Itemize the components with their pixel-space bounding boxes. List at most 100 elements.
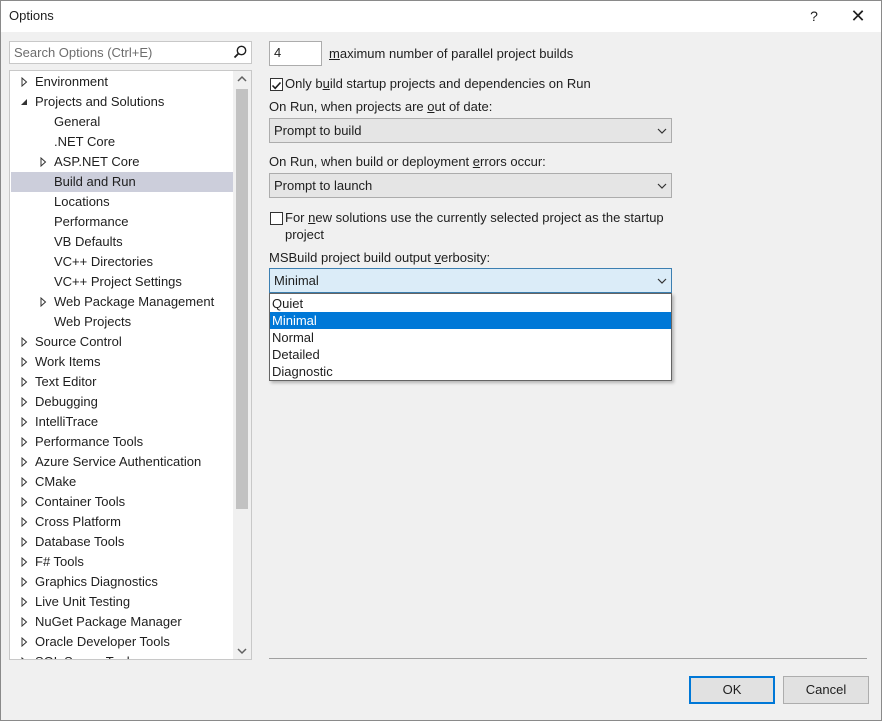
expand-arrow-icon[interactable] bbox=[19, 337, 29, 347]
tree-item[interactable]: VC++ Directories bbox=[11, 252, 233, 272]
label-text: For bbox=[285, 210, 309, 225]
window-title: Options bbox=[9, 8, 54, 23]
new-solutions-startup-label[interactable]: For new solutions use the currently sele… bbox=[285, 210, 664, 225]
tree-scrollbar[interactable] bbox=[233, 71, 251, 659]
help-button[interactable]: ? bbox=[801, 4, 827, 28]
tree-item[interactable]: Web Package Management bbox=[11, 292, 233, 312]
tree-item[interactable]: Source Control bbox=[11, 332, 233, 352]
ok-button[interactable]: OK bbox=[689, 676, 775, 704]
expand-arrow-icon[interactable] bbox=[19, 377, 29, 387]
tree-item-label: .NET Core bbox=[54, 134, 116, 149]
tree-item[interactable]: General bbox=[11, 112, 233, 132]
expand-arrow-icon[interactable] bbox=[19, 77, 29, 87]
tree-item-label: Environment bbox=[35, 74, 108, 89]
tree-item[interactable]: SQL Server Tools bbox=[11, 652, 233, 660]
tree-item[interactable]: Text Editor bbox=[11, 372, 233, 392]
search-icon[interactable] bbox=[232, 44, 248, 60]
tree-item[interactable]: Work Items bbox=[11, 352, 233, 372]
on-run-out-of-date-combo[interactable]: Prompt to build bbox=[269, 118, 672, 143]
tree-item[interactable]: NuGet Package Manager bbox=[11, 612, 233, 632]
parallel-builds-input[interactable]: 4 bbox=[269, 41, 322, 66]
tree-item[interactable]: Projects and Solutions bbox=[11, 92, 233, 112]
only-build-startup-label[interactable]: Only build startup projects and dependen… bbox=[285, 76, 591, 91]
dropdown-option[interactable]: Minimal bbox=[270, 312, 671, 329]
tree-item[interactable]: VB Defaults bbox=[11, 232, 233, 252]
options-tree[interactable]: Environment Projects and Solutions General… bbox=[9, 70, 252, 660]
dropdown-option[interactable]: Diagnostic bbox=[270, 363, 671, 380]
tree-item-label: NuGet Package Manager bbox=[35, 614, 182, 629]
expand-arrow-icon[interactable] bbox=[19, 597, 29, 607]
tree-item[interactable]: ASP.NET Core bbox=[11, 152, 233, 172]
tree-item-label: Live Unit Testing bbox=[35, 594, 131, 609]
only-build-startup-checkbox[interactable] bbox=[270, 78, 283, 91]
expand-arrow-icon[interactable] bbox=[19, 657, 29, 660]
tree-item[interactable]: VC++ Project Settings bbox=[11, 272, 233, 292]
expand-arrow-icon[interactable] bbox=[19, 557, 29, 567]
new-solutions-startup-checkbox[interactable] bbox=[270, 212, 283, 225]
tree-item-label: Text Editor bbox=[35, 374, 97, 389]
tree-item[interactable]: Web Projects bbox=[11, 312, 233, 332]
tree-item-label: VC++ Directories bbox=[54, 254, 153, 269]
expand-arrow-icon[interactable] bbox=[19, 437, 29, 447]
label-text: rrors occur: bbox=[480, 154, 546, 169]
tree-item[interactable]: Debugging bbox=[11, 392, 233, 412]
tree-item[interactable]: Oracle Developer Tools bbox=[11, 632, 233, 652]
tree-item-label: VC++ Project Settings bbox=[54, 274, 182, 289]
tree-item[interactable]: Azure Service Authentication bbox=[11, 452, 233, 472]
expand-arrow-icon[interactable] bbox=[19, 477, 29, 487]
expand-arrow-icon[interactable] bbox=[19, 497, 29, 507]
tree-item[interactable]: Build and Run bbox=[11, 172, 233, 192]
expand-arrow-icon[interactable] bbox=[19, 357, 29, 367]
on-run-out-of-date-label: On Run, when projects are out of date: bbox=[269, 99, 492, 114]
label-text: On Run, when build or deployment bbox=[269, 154, 473, 169]
tree-item[interactable]: .NET Core bbox=[11, 132, 233, 152]
expand-arrow-icon[interactable] bbox=[19, 617, 29, 627]
expand-arrow-icon[interactable] bbox=[19, 637, 29, 647]
expand-arrow-icon[interactable] bbox=[38, 157, 48, 167]
tree-item[interactable]: CMake bbox=[11, 472, 233, 492]
tree-item-label: Web Package Management bbox=[54, 294, 215, 309]
tree-item[interactable]: IntelliTrace bbox=[11, 412, 233, 432]
msbuild-verbosity-combo[interactable]: Minimal bbox=[269, 268, 672, 293]
on-run-build-errors-label: On Run, when build or deployment errors … bbox=[269, 154, 546, 169]
search-input[interactable] bbox=[14, 44, 224, 61]
tree-item[interactable]: F# Tools bbox=[11, 552, 233, 572]
dropdown-option[interactable]: Detailed bbox=[270, 346, 671, 363]
combo-value: Prompt to launch bbox=[274, 178, 373, 193]
close-button[interactable]: ✕ bbox=[843, 4, 873, 28]
expand-arrow-icon[interactable] bbox=[19, 537, 29, 547]
cancel-button[interactable]: Cancel bbox=[783, 676, 869, 704]
tree-item[interactable]: Performance Tools bbox=[11, 432, 233, 452]
label-text: MSBuild project build output bbox=[269, 250, 435, 265]
dropdown-option[interactable]: Normal bbox=[270, 329, 671, 346]
tree-item[interactable]: Database Tools bbox=[11, 532, 233, 552]
expand-arrow-icon[interactable] bbox=[19, 577, 29, 587]
collapse-arrow-icon[interactable] bbox=[19, 97, 29, 107]
tree-item[interactable]: Performance bbox=[11, 212, 233, 232]
dropdown-option[interactable]: Quiet bbox=[270, 295, 671, 312]
tree-item-label: Locations bbox=[54, 194, 110, 209]
tree-item-label: IntelliTrace bbox=[35, 414, 99, 429]
tree-item[interactable]: Cross Platform bbox=[11, 512, 233, 532]
scroll-down-arrow-icon[interactable] bbox=[233, 642, 251, 659]
tree-item[interactable]: Locations bbox=[11, 192, 233, 212]
title-bar: Options ? ✕ bbox=[1, 1, 881, 32]
chevron-down-icon bbox=[657, 183, 667, 189]
tree-item[interactable]: Environment bbox=[11, 72, 233, 92]
scroll-up-arrow-icon[interactable] bbox=[233, 71, 251, 88]
tree-item-label: Oracle Developer Tools bbox=[35, 634, 170, 649]
new-solutions-startup-label-line2[interactable]: project bbox=[285, 227, 324, 242]
tree-item[interactable]: Container Tools bbox=[11, 492, 233, 512]
tree-item-label: Performance Tools bbox=[35, 434, 144, 449]
scrollbar-thumb[interactable] bbox=[236, 89, 248, 509]
tree-item[interactable]: Live Unit Testing bbox=[11, 592, 233, 612]
on-run-build-errors-combo[interactable]: Prompt to launch bbox=[269, 173, 672, 198]
combo-value: Prompt to build bbox=[274, 123, 362, 138]
expand-arrow-icon[interactable] bbox=[19, 417, 29, 427]
expand-arrow-icon[interactable] bbox=[19, 457, 29, 467]
expand-arrow-icon[interactable] bbox=[19, 397, 29, 407]
expand-arrow-icon[interactable] bbox=[19, 517, 29, 527]
expand-arrow-icon[interactable] bbox=[38, 297, 48, 307]
label-text: On Run, when projects are bbox=[269, 99, 428, 114]
tree-item[interactable]: Graphics Diagnostics bbox=[11, 572, 233, 592]
